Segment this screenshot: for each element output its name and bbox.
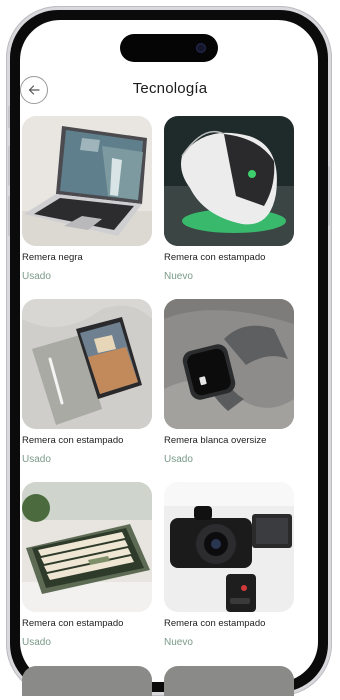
product-image-smartwatch[interactable] [164, 299, 294, 429]
product-image-gaming-mouse[interactable] [164, 116, 294, 246]
page-title: Tecnología [132, 80, 208, 97]
product-card[interactable]: Remera con estampado Usado [22, 482, 152, 665]
product-name: Remera con estampado [22, 435, 124, 446]
product-name: Remera con estampado [164, 252, 266, 263]
product-card[interactable]: Remera con estampado Usado [22, 299, 152, 482]
product-card[interactable]: Remera negra Usado [22, 116, 152, 299]
product-image-keyboard[interactable] [22, 482, 152, 612]
product-condition: Usado [22, 454, 51, 465]
product-condition: Usado [22, 637, 51, 648]
product-card[interactable]: Remera blanca oversize Usado [164, 299, 294, 482]
product-name: Remera blanca oversize [164, 435, 267, 446]
product-condition: Nuevo [164, 271, 193, 282]
front-camera-icon [196, 43, 206, 53]
product-name: Remera con estampado [22, 618, 124, 629]
product-condition: Nuevo [164, 637, 193, 648]
next-row-cards-partial [22, 666, 294, 696]
product-condition: Usado [22, 271, 51, 282]
header: Tecnología [0, 76, 340, 110]
product-condition: Usado [164, 454, 193, 465]
product-image-tablet[interactable] [22, 299, 152, 429]
product-image-partial[interactable] [164, 666, 294, 696]
product-image-partial[interactable] [22, 666, 152, 696]
product-image-camera[interactable] [164, 482, 294, 612]
product-card[interactable]: Remera con estampado Nuevo [164, 116, 294, 299]
product-name: Remera negra [22, 252, 83, 263]
product-image-laptop[interactable] [22, 116, 152, 246]
product-name: Remera con estampado [164, 618, 266, 629]
product-card[interactable]: Remera con estampado Nuevo [164, 482, 294, 665]
dynamic-island [120, 34, 218, 62]
product-grid: Remera negra Usado Remera con estampado … [22, 116, 294, 665]
